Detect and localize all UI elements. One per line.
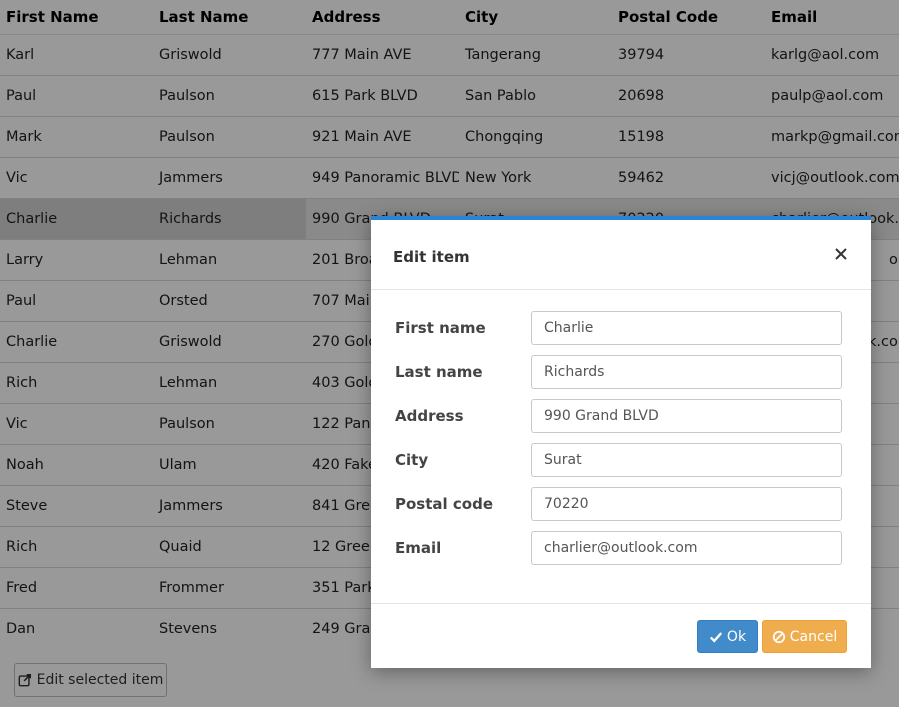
- ok-button[interactable]: Ok: [697, 620, 758, 653]
- dialog-body: First name Last name Address City Postal…: [371, 290, 871, 604]
- ban-icon: [772, 630, 785, 643]
- email-field[interactable]: [531, 531, 842, 565]
- first-name-label: First name: [395, 319, 486, 337]
- last-name-label: Last name: [395, 363, 483, 381]
- address-field[interactable]: [531, 399, 842, 433]
- postal-code-field[interactable]: [531, 487, 842, 521]
- close-icon[interactable]: [833, 246, 849, 262]
- last-name-field[interactable]: [531, 355, 842, 389]
- postal-code-label: Postal code: [395, 495, 493, 513]
- dialog-footer: Ok Cancel: [371, 604, 871, 668]
- form-row-address: Address: [395, 399, 842, 433]
- city-label: City: [395, 451, 429, 469]
- form-row-city: City: [395, 443, 842, 477]
- edit-item-dialog: Edit item First name Last name Address C…: [371, 216, 871, 668]
- email-label: Email: [395, 539, 442, 557]
- form-row-first-name: First name: [395, 311, 842, 345]
- dialog-title: Edit item: [393, 248, 470, 266]
- cancel-button[interactable]: Cancel: [762, 620, 847, 653]
- dialog-header: Edit item: [371, 220, 871, 290]
- first-name-field[interactable]: [531, 311, 842, 345]
- form-row-last-name: Last name: [395, 355, 842, 389]
- cancel-label: Cancel: [789, 628, 838, 645]
- address-label: Address: [395, 407, 464, 425]
- ok-label: Ok: [726, 628, 747, 645]
- form-row-email: Email: [395, 531, 842, 565]
- city-field[interactable]: [531, 443, 842, 477]
- checkmark-icon: [709, 631, 723, 643]
- form-row-postal-code: Postal code: [395, 487, 842, 521]
